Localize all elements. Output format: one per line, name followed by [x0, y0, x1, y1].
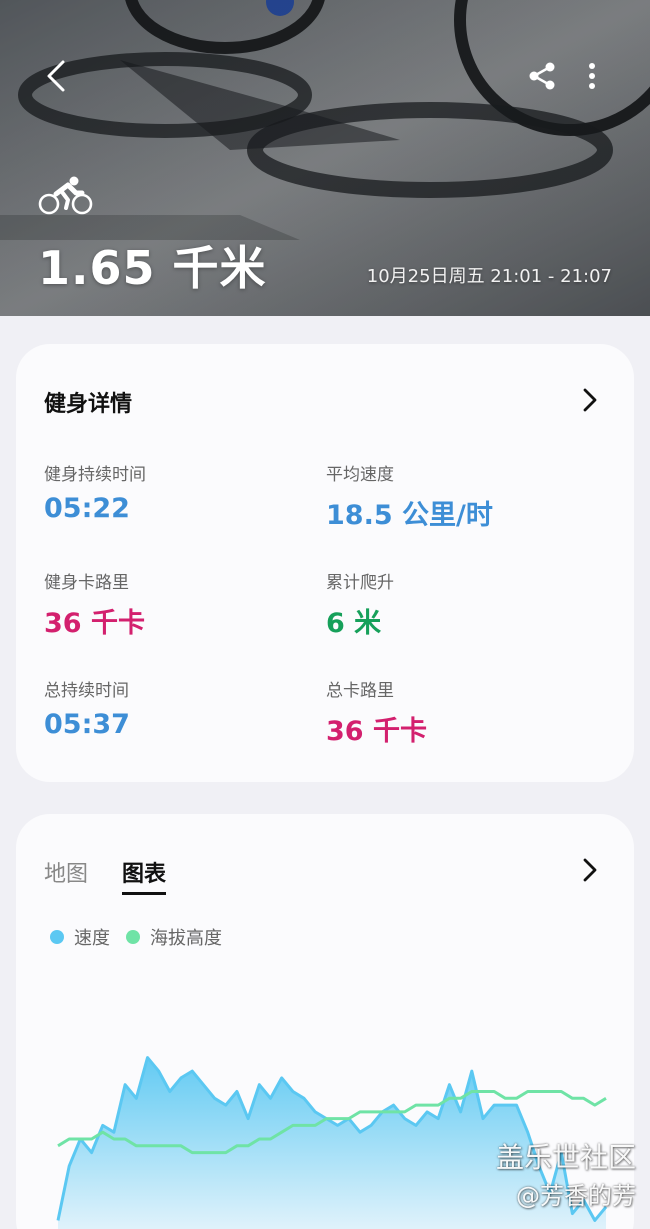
- distance-value: 1.65 千米: [38, 241, 267, 295]
- stat-workout-calories: 健身卡路里 36 千卡: [44, 568, 145, 640]
- community-watermark: 盖乐世社区 @芳香的芳: [496, 1138, 636, 1213]
- watermark-author: @芳香的芳: [516, 1181, 636, 1210]
- share-icon: [529, 62, 555, 90]
- chevron-right-icon[interactable]: [576, 386, 604, 414]
- stat-value: 36 千卡: [326, 716, 427, 747]
- stat-value: 05:22: [44, 493, 130, 524]
- stat-total-calories: 总卡路里 36 千卡: [326, 676, 427, 748]
- stat-label: 总卡路里: [326, 681, 394, 701]
- chevron-right-icon[interactable]: [576, 856, 604, 884]
- stat-label: 健身卡路里: [44, 573, 129, 593]
- stat-workout-duration: 健身持续时间 05:22: [44, 460, 146, 524]
- chevron-left-icon: [47, 60, 65, 92]
- more-vertical-icon: [589, 63, 595, 89]
- workout-details-card: 健身详情 健身持续时间 05:22 平均速度 18.5 公里/时 健身卡路里 3…: [16, 344, 634, 782]
- stat-total-duration: 总持续时间 05:37: [44, 676, 130, 740]
- stat-value: 18.5 公里/时: [326, 500, 493, 531]
- stat-value: 6 米: [326, 608, 382, 639]
- details-title: 健身详情: [44, 392, 133, 417]
- stat-value: 05:37: [44, 709, 130, 740]
- legend-dot: [126, 930, 140, 944]
- more-options-button[interactable]: [574, 56, 610, 96]
- stat-label: 总持续时间: [44, 681, 129, 701]
- stat-value: 36 千卡: [44, 608, 145, 639]
- stat-label: 累计爬升: [326, 573, 394, 593]
- back-button[interactable]: [36, 56, 76, 96]
- workout-datetime: 10月25日周五 21:01 - 21:07: [366, 266, 612, 287]
- stat-average-speed: 平均速度 18.5 公里/时: [326, 460, 493, 532]
- watermark-title: 盖乐世社区: [495, 1141, 636, 1174]
- stat-label: 平均速度: [326, 465, 394, 485]
- tab-chart[interactable]: 图表: [122, 856, 167, 895]
- cycling-icon: [38, 176, 93, 215]
- workout-hero: 1.65 千米 10月25日周五 21:01 - 21:07: [0, 0, 650, 316]
- stat-elevation-gain: 累计爬升 6 米: [326, 568, 394, 640]
- legend-dot: [50, 930, 64, 944]
- view-tabs: 地图 图表: [44, 856, 167, 895]
- tab-map[interactable]: 地图: [44, 856, 88, 895]
- share-button[interactable]: [522, 56, 562, 96]
- stat-label: 健身持续时间: [44, 465, 146, 485]
